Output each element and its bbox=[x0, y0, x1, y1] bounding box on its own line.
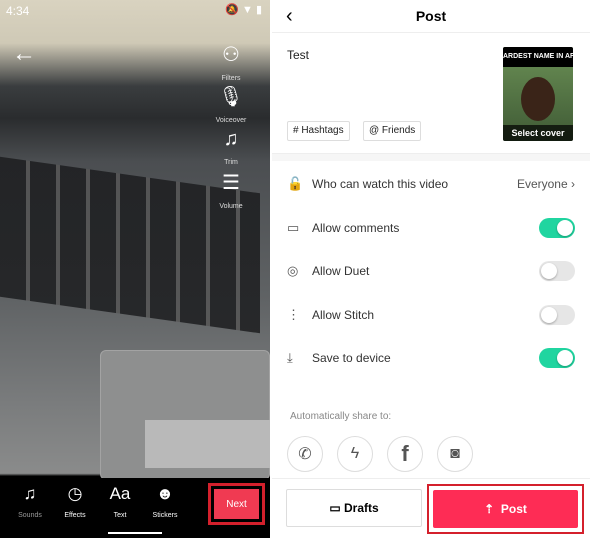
lock-icon: 🔓 bbox=[287, 176, 304, 191]
action-bar: ▭ Drafts ⇡ Post bbox=[272, 478, 590, 538]
caption-input[interactable]: Test bbox=[287, 48, 309, 62]
allow-stitch-toggle[interactable] bbox=[539, 305, 575, 325]
save-to-device-toggle[interactable] bbox=[539, 348, 575, 368]
video-blank-overlay bbox=[145, 420, 270, 468]
post-button[interactable]: ⇡ Post bbox=[433, 490, 578, 528]
back-chevron-icon[interactable]: ‹ bbox=[286, 0, 293, 33]
messenger-icon[interactable]: ϟ bbox=[337, 436, 373, 472]
allow-duet-row: ◎ Allow Duet bbox=[272, 251, 590, 291]
chevron-right-icon: › bbox=[567, 177, 575, 191]
select-cover-button[interactable]: Select cover bbox=[503, 125, 573, 141]
hashtags-button[interactable]: # Hashtags bbox=[287, 121, 350, 141]
share-label: Automatically share to: bbox=[290, 411, 392, 422]
stickers-icon: ☻ bbox=[156, 484, 174, 503]
divider bbox=[272, 153, 590, 161]
stitch-icon: ⋮ bbox=[287, 307, 300, 322]
status-time: 4:34 bbox=[6, 4, 30, 18]
filters-button[interactable]: ⚇ Filters bbox=[206, 42, 256, 85]
volume-icon: ☰ bbox=[222, 172, 240, 194]
cover-thumbnail[interactable]: ARDEST NAME IN AFRIC Select cover bbox=[503, 47, 573, 141]
filters-icon: ⚇ bbox=[222, 44, 240, 66]
stickers-button[interactable]: ☻ Stickers bbox=[143, 484, 187, 522]
effects-button[interactable]: ◷ Effects bbox=[53, 484, 97, 522]
microphone-icon: 🎙 bbox=[218, 86, 244, 108]
page-title: Post bbox=[415, 8, 447, 24]
status-icons: 🔕 ▼ ▮ bbox=[225, 4, 262, 16]
back-arrow-icon[interactable]: ← bbox=[12, 40, 36, 68]
instagram-icon[interactable]: ◙ bbox=[437, 436, 473, 472]
allow-duet-toggle[interactable] bbox=[539, 261, 575, 281]
text-icon: Aa bbox=[109, 484, 131, 503]
whatsapp-icon[interactable]: ✆ bbox=[287, 436, 323, 472]
privacy-value: Everyone bbox=[516, 177, 568, 191]
save-to-device-row: ⤓ Save to device bbox=[272, 338, 590, 378]
allow-comments-row: ▭ Allow comments bbox=[272, 208, 590, 248]
home-indicator bbox=[108, 532, 162, 534]
post-screen: ‹ Post Test ARDEST NAME IN AFRIC Select c… bbox=[272, 0, 590, 538]
upload-icon: ⇡ bbox=[484, 502, 501, 516]
post-button-highlight[interactable]: ⇡ Post bbox=[427, 484, 584, 534]
comment-icon: ▭ bbox=[287, 220, 300, 235]
sounds-icon: ♫ bbox=[23, 484, 37, 503]
video-editor: 4:34 🔕 ▼ ▮ ← ⚇ Filters 🎙 Voiceover ♫ Trim ☰… bbox=[0, 0, 270, 538]
header: ‹ Post bbox=[272, 0, 590, 33]
trim-icon: ♫ bbox=[223, 128, 239, 150]
allow-comments-toggle[interactable] bbox=[539, 218, 575, 238]
who-can-watch-row[interactable]: 🔓 Who can watch this video Everyone › bbox=[272, 164, 590, 204]
text-button[interactable]: Aa Text bbox=[98, 484, 142, 522]
sounds-button[interactable]: ♫ Sounds bbox=[8, 484, 52, 522]
effects-icon: ◷ bbox=[67, 484, 83, 503]
next-button[interactable]: Next bbox=[214, 489, 259, 519]
next-button-highlight[interactable]: Next bbox=[208, 483, 265, 525]
volume-button[interactable]: ☰ Volume bbox=[206, 170, 256, 213]
cover-image bbox=[521, 77, 555, 121]
allow-stitch-row: ⋮ Allow Stitch bbox=[272, 295, 590, 335]
cover-title: ARDEST NAME IN AFRIC bbox=[503, 47, 573, 67]
facebook-icon[interactable]: f bbox=[387, 436, 423, 472]
drafts-icon: ▭ bbox=[329, 501, 344, 515]
friends-button[interactable]: @ Friends bbox=[363, 121, 422, 141]
download-icon: ⤓ bbox=[287, 350, 293, 365]
drafts-button[interactable]: ▭ Drafts bbox=[286, 489, 422, 527]
trim-button[interactable]: ♫ Trim bbox=[206, 128, 256, 169]
voiceover-button[interactable]: 🎙 Voiceover bbox=[206, 84, 256, 127]
duet-icon: ◎ bbox=[287, 263, 299, 278]
